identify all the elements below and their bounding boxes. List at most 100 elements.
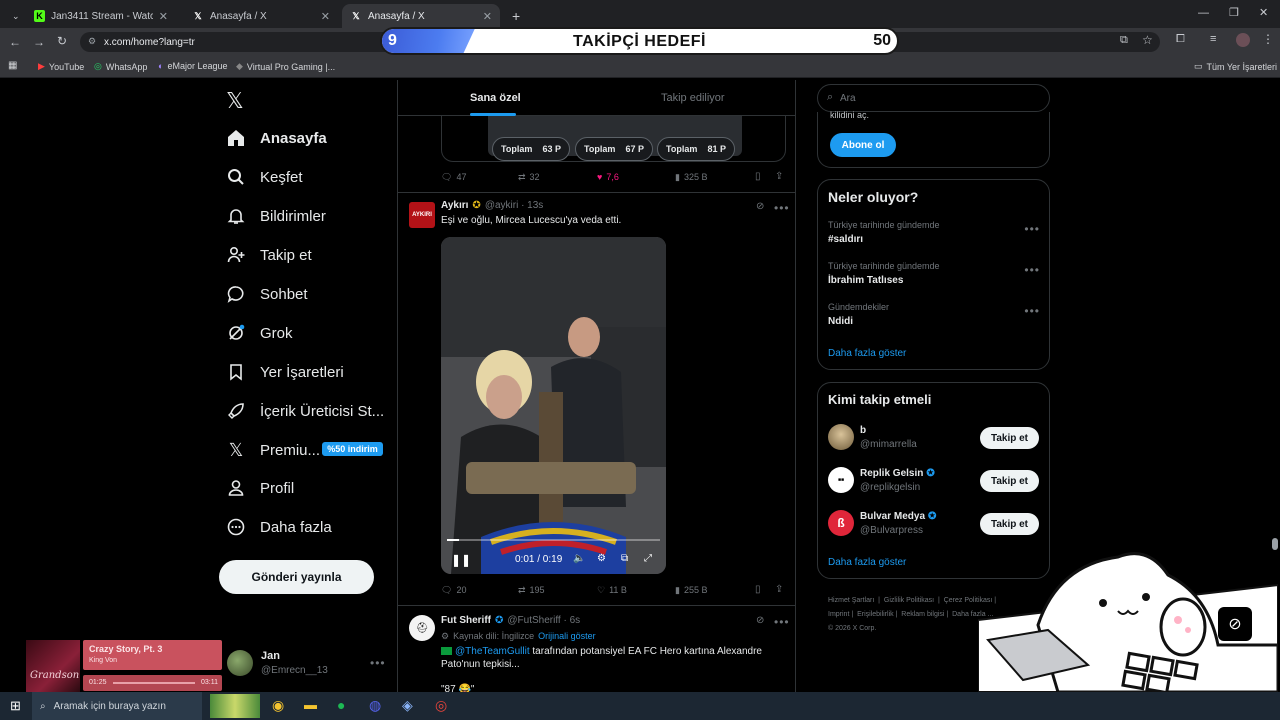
footer-link[interactable]: Reklam bilgisi	[901, 611, 944, 618]
nav-creator-studio[interactable]: İçerik Üreticisi St...	[226, 401, 384, 421]
back-icon[interactable]: ←	[9, 35, 21, 49]
bookmark-emajor[interactable]: ◐ eMajor League	[158, 61, 227, 71]
fullscreen-icon[interactable]: ⤢	[644, 553, 652, 564]
post-avatar[interactable]: AYKIRI	[409, 202, 435, 228]
tab-x-2[interactable]: 𝕏 Anasayfa / X ✕	[342, 4, 500, 28]
tab-search-button[interactable]: ⌄	[4, 4, 24, 28]
views-stat[interactable]: ▮ 255 B	[675, 585, 707, 596]
media-icon[interactable]: ≡	[1210, 33, 1216, 45]
bookmark-whatsapp[interactable]: ◎ WhatsApp	[94, 61, 147, 72]
taskbar-widget[interactable]	[210, 694, 260, 718]
search-box[interactable]: ⌕ Ara	[817, 84, 1050, 112]
bookmark-icon[interactable]: ▯	[755, 584, 761, 595]
new-tab-button[interactable]: +	[504, 4, 524, 28]
obs-icon[interactable]: ◎	[435, 697, 447, 714]
premium-discount-badge[interactable]: %50 indirim	[322, 442, 383, 456]
site-info-icon[interactable]: ⚙	[88, 36, 96, 47]
chrome-icon[interactable]: ◉	[272, 697, 284, 714]
repost-stat[interactable]: ⇄ 32	[518, 172, 540, 183]
all-bookmarks[interactable]: ▭ Tüm Yer İşaretleri	[1194, 61, 1277, 72]
who-show-more[interactable]: Daha fazla göster	[828, 557, 906, 568]
suggestion-item[interactable]: b @mimarrella Takip et	[828, 423, 1042, 453]
pause-icon[interactable]: ❚❚	[451, 553, 471, 567]
reply-stat[interactable]: 🗨 47	[441, 172, 466, 183]
discord-icon[interactable]: ◍	[369, 697, 381, 714]
nav-profile[interactable]: Profil	[226, 478, 294, 498]
nav-bookmarks[interactable]: Yer İşaretleri	[226, 362, 344, 382]
post-author[interactable]: Aykırı	[441, 200, 468, 211]
account-avatar[interactable]	[227, 650, 253, 676]
nav-premium[interactable]: 𝕏 Premiu...	[226, 440, 320, 460]
tab-for-you[interactable]: Sana özel	[470, 92, 521, 104]
footer-link[interactable]: Gizlilik Politikası	[884, 597, 934, 604]
nav-home[interactable]: Anasayfa	[226, 128, 327, 148]
trend-item[interactable]: Türkiye tarihinde gündemde #saldırı •••	[828, 220, 1040, 254]
app-icon[interactable]: ◈	[402, 697, 413, 714]
tab-stream[interactable]: K Jan3411 Stream - Watch Live o ✕	[26, 4, 176, 28]
suggestion-item[interactable]: ■■ Replik Gelsin ✪ @replikgelsin Takip et	[828, 466, 1042, 496]
grok-post-icon[interactable]: ⊘	[756, 201, 764, 212]
like-stat[interactable]: ♡ 11 B	[597, 585, 627, 596]
post-more-icon[interactable]: •••	[774, 615, 790, 629]
trend-item[interactable]: Gündemdekiler Ndidi •••	[828, 302, 1040, 336]
suggestion-item[interactable]: ß Bulvar Medya ✪ @Bulvarpress Takip et	[828, 509, 1042, 539]
windows-start-icon[interactable]: ⊞	[10, 698, 21, 714]
post-more-icon[interactable]: •••	[774, 201, 790, 215]
menu-icon[interactable]: ⋮	[1262, 32, 1274, 46]
nav-notifications[interactable]: Bildirimler	[226, 206, 326, 226]
mute-icon[interactable]: 🔈	[573, 553, 585, 564]
follow-button[interactable]: Takip et	[980, 470, 1039, 492]
share-icon[interactable]: ⇪	[775, 584, 783, 595]
reply-stat[interactable]: 🗨 20	[441, 585, 466, 596]
apps-icon[interactable]: ▦	[8, 60, 17, 71]
bookmark-icon[interactable]: ▯	[755, 171, 761, 182]
grok-fab[interactable]: ⊘	[1218, 607, 1252, 641]
post-video[interactable]: ❚❚ 0:01 / 0:19 🔈 ⚙ ⧉ ⤢	[441, 237, 666, 574]
taskbar-search[interactable]: ⌕ Aramak için buraya yazın	[32, 692, 202, 720]
show-original-link[interactable]: Orijinali göster	[538, 631, 596, 642]
close-tab-icon[interactable]: ✕	[483, 10, 492, 23]
subscribe-button[interactable]: Abone ol	[830, 133, 896, 157]
tab-following[interactable]: Takip ediliyor	[661, 92, 725, 104]
like-stat[interactable]: ♥ 7,6	[597, 172, 619, 182]
profile-avatar[interactable]	[1236, 33, 1250, 47]
follow-button[interactable]: Takip et	[980, 513, 1039, 535]
bookmark-vpg[interactable]: ◆ Virtual Pro Gaming |...	[236, 61, 335, 72]
nav-more[interactable]: Daha fazla	[226, 517, 332, 537]
post-handle[interactable]: @aykiri · 13s	[485, 200, 544, 211]
repost-stat[interactable]: ⇄ 195	[518, 585, 545, 596]
trend-item[interactable]: Türkiye tarihinde gündemde İbrahim Tatlı…	[828, 261, 1040, 295]
settings-icon[interactable]: ⚙	[597, 553, 606, 564]
video-scrubber[interactable]	[447, 539, 660, 541]
grok-post-icon[interactable]: ⊘	[756, 615, 764, 626]
account-more-icon[interactable]: •••	[370, 656, 386, 670]
close-window-button[interactable]: ✕	[1259, 6, 1268, 19]
footer-link[interactable]: Erişilebilirlik	[857, 611, 894, 618]
spotify-icon[interactable]: ●	[337, 697, 345, 713]
maximize-button[interactable]: ❐	[1229, 6, 1239, 19]
trend-more-icon[interactable]: •••	[1024, 263, 1040, 277]
share-icon[interactable]: ⇪	[775, 171, 783, 182]
mention-link[interactable]: @TheTeamGullit	[455, 646, 530, 657]
extensions-icon[interactable]: ⧠	[1176, 33, 1185, 46]
file-explorer-icon[interactable]: ▬	[304, 697, 317, 712]
nav-grok[interactable]: Grok	[226, 323, 293, 343]
post-avatar[interactable]: ⛑	[409, 615, 435, 641]
views-stat[interactable]: ▮ 325 B	[675, 172, 707, 183]
forward-icon[interactable]: →	[33, 35, 45, 49]
nav-explore[interactable]: Keşfet	[226, 167, 303, 187]
post-author[interactable]: Fut Sheriff	[441, 615, 491, 626]
minimize-button[interactable]: —	[1198, 7, 1209, 19]
nav-follow[interactable]: Takip et	[226, 245, 312, 265]
close-tab-icon[interactable]: ✕	[321, 10, 330, 23]
trend-more-icon[interactable]: •••	[1024, 222, 1040, 236]
post-handle[interactable]: @FutSheriff · 6s	[507, 615, 580, 626]
footer-link[interactable]: Imprint	[828, 611, 849, 618]
bookmark-star-icon[interactable]: ☆	[1142, 33, 1153, 47]
tab-x-1[interactable]: 𝕏 Anasayfa / X ✕	[184, 4, 338, 28]
bookmark-youtube[interactable]: ▶ YouTube	[38, 61, 84, 72]
nav-chat[interactable]: Sohbet	[226, 284, 308, 304]
trends-show-more[interactable]: Daha fazla göster	[828, 348, 906, 359]
trend-more-icon[interactable]: •••	[1024, 304, 1040, 318]
prev-post-media[interactable]: Toplam 63 P Toplam 67 P Toplam 81 P	[441, 116, 786, 162]
